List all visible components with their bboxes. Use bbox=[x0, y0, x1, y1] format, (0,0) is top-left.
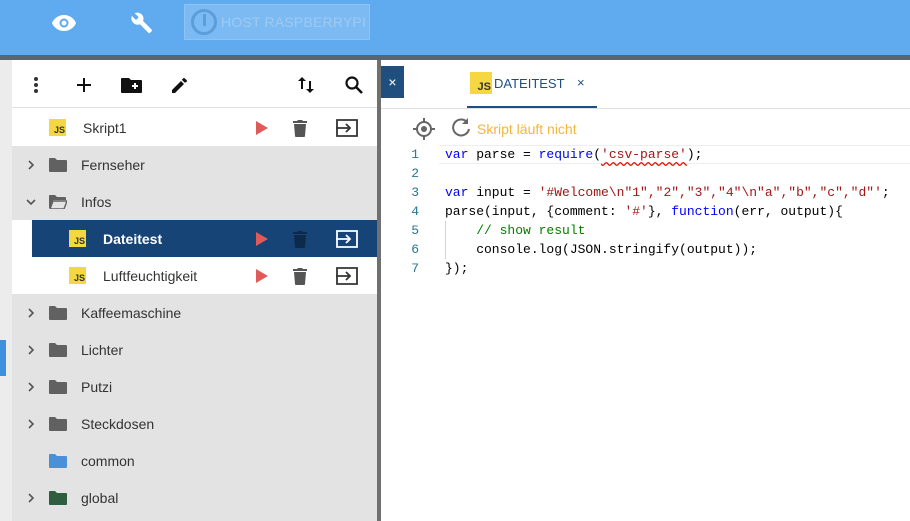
folder-open-icon bbox=[49, 194, 67, 209]
folder-icon bbox=[49, 416, 67, 431]
delete-icon[interactable] bbox=[289, 228, 311, 250]
tree-item-label: Fernseher bbox=[81, 156, 145, 173]
host-label: HOST RASPBERRYPI bbox=[221, 14, 367, 30]
export-icon[interactable] bbox=[336, 117, 358, 139]
code-text: console.log(JSON.stringify(output)); bbox=[445, 242, 758, 257]
chevron-right-icon[interactable] bbox=[26, 344, 36, 355]
tree-folder-infos[interactable]: Infos bbox=[12, 183, 377, 220]
delete-icon[interactable] bbox=[289, 265, 311, 287]
top-app-bar: HOST RASPBERRYPI bbox=[0, 0, 910, 55]
left-edge-accent bbox=[0, 340, 6, 376]
line-number: 3 bbox=[411, 185, 419, 200]
tree-folder-global[interactable]: global bbox=[12, 479, 377, 516]
code-line: 1 var parse = require('csv-parse'); bbox=[381, 145, 910, 164]
tree-folder-kaffeemaschine[interactable]: Kaffeemaschine bbox=[12, 294, 377, 331]
play-icon[interactable] bbox=[251, 228, 273, 250]
tree-folder-putzi[interactable]: Putzi bbox=[12, 368, 377, 405]
tree-item-skript1[interactable]: JS Skript1 bbox=[12, 109, 377, 146]
tree-item-luftfeuchtigkeit[interactable]: JS Luftfeuchtigkeit bbox=[12, 257, 377, 294]
tab-dateitest[interactable]: JS DATEITEST × bbox=[467, 70, 597, 108]
code-editor[interactable]: 1 var parse = require('csv-parse'); 2 3 … bbox=[381, 145, 910, 521]
tree-folder-fernseher[interactable]: Fernseher bbox=[12, 146, 377, 183]
chevron-right-icon[interactable] bbox=[26, 307, 36, 318]
tree-item-label: Lichter bbox=[81, 341, 124, 358]
tree-item-label: Infos bbox=[81, 193, 112, 210]
line-number: 4 bbox=[411, 204, 419, 219]
tree-item-label: Kaffeemaschine bbox=[81, 304, 182, 321]
chevron-right-icon[interactable] bbox=[26, 492, 36, 503]
tree-item-label: common bbox=[81, 452, 135, 469]
tab-bar-divider bbox=[381, 108, 910, 109]
app-root: HOST RASPBERRYPI JS Skript1 Fernseher In… bbox=[0, 0, 910, 521]
code-line: 5 // show result bbox=[381, 221, 910, 240]
play-icon[interactable] bbox=[251, 117, 273, 139]
line-number: 5 bbox=[411, 223, 419, 238]
wrench-icon[interactable] bbox=[128, 9, 156, 37]
tree-item-dateitest[interactable]: JS Dateitest bbox=[32, 220, 377, 257]
js-file-icon: JS bbox=[470, 72, 492, 94]
chevron-right-icon[interactable] bbox=[26, 418, 36, 429]
delete-icon[interactable] bbox=[289, 117, 311, 139]
tab-label: DATEITEST bbox=[494, 76, 565, 91]
folder-icon bbox=[49, 342, 67, 357]
js-file-icon: JS bbox=[69, 230, 86, 247]
export-icon[interactable] bbox=[336, 265, 358, 287]
line-number: 7 bbox=[411, 261, 419, 276]
tree-item-label: Skript1 bbox=[83, 119, 127, 136]
folder-icon bbox=[49, 453, 67, 468]
background-strip bbox=[0, 55, 910, 60]
js-file-icon: JS bbox=[69, 267, 86, 284]
script-status-text: Skript läuft nicht bbox=[477, 121, 577, 137]
code-line: 7 }); bbox=[381, 259, 910, 278]
export-icon[interactable] bbox=[336, 228, 358, 250]
folder-icon bbox=[49, 490, 67, 505]
chevron-down-icon[interactable] bbox=[26, 197, 36, 207]
folder-icon bbox=[49, 305, 67, 320]
tree-item-label: Dateitest bbox=[103, 230, 163, 247]
search-icon[interactable] bbox=[342, 73, 366, 97]
play-icon[interactable] bbox=[251, 265, 273, 287]
tree-item-label: Putzi bbox=[81, 378, 113, 395]
chevron-right-icon[interactable] bbox=[26, 381, 36, 392]
line-number: 6 bbox=[411, 242, 419, 257]
folder-icon bbox=[49, 157, 67, 172]
tree-item-label: Luftfeuchtigkeit bbox=[103, 267, 198, 284]
iobroker-logo-icon bbox=[191, 9, 217, 35]
tree-item-label: global bbox=[81, 489, 119, 506]
js-file-icon: JS bbox=[49, 119, 66, 136]
tree-folder-lichter[interactable]: Lichter bbox=[12, 331, 377, 368]
code-line: 6 console.log(JSON.stringify(output)); bbox=[381, 240, 910, 259]
line-number: 1 bbox=[411, 147, 419, 162]
new-folder-icon[interactable] bbox=[120, 73, 144, 97]
code-line: 2 bbox=[381, 164, 910, 183]
line-number: 2 bbox=[411, 166, 419, 181]
tree-item-label: Steckdosen bbox=[81, 415, 155, 432]
tree-toolbar bbox=[12, 62, 377, 108]
tree-folder-common[interactable]: common bbox=[12, 442, 377, 479]
tree-folder-steckdosen[interactable]: Steckdosen bbox=[12, 405, 377, 442]
chevron-right-icon[interactable] bbox=[26, 159, 36, 170]
code-text: // show result bbox=[445, 223, 586, 238]
code-text: var parse = require('csv-parse'); bbox=[445, 147, 703, 162]
refresh-icon[interactable] bbox=[450, 117, 472, 141]
host-selector[interactable]: HOST RASPBERRYPI bbox=[184, 4, 370, 40]
code-text: parse(input, {comment: '#'}, function(er… bbox=[445, 204, 843, 219]
script-tree-panel: JS Skript1 Fernseher Infos JS Dateitest bbox=[12, 62, 377, 521]
folder-icon bbox=[49, 379, 67, 394]
add-icon[interactable] bbox=[72, 73, 96, 97]
code-text: var input = '#Welcome\n"1","2","3","4"\n… bbox=[445, 185, 890, 200]
target-icon[interactable] bbox=[412, 117, 436, 141]
eye-icon[interactable] bbox=[50, 9, 78, 37]
edit-icon[interactable] bbox=[168, 73, 192, 97]
code-text: }); bbox=[445, 261, 469, 276]
more-vertical-icon[interactable] bbox=[24, 73, 48, 97]
code-line: 4 parse(input, {comment: '#'}, function(… bbox=[381, 202, 910, 221]
sort-icon[interactable] bbox=[294, 73, 318, 97]
tab-close-icon[interactable]: × bbox=[577, 75, 585, 90]
close-tree-button[interactable]: × bbox=[381, 66, 404, 98]
tree-filler bbox=[12, 516, 377, 521]
code-line: 3 var input = '#Welcome\n"1","2","3","4"… bbox=[381, 183, 910, 202]
left-edge-strip bbox=[0, 60, 12, 521]
